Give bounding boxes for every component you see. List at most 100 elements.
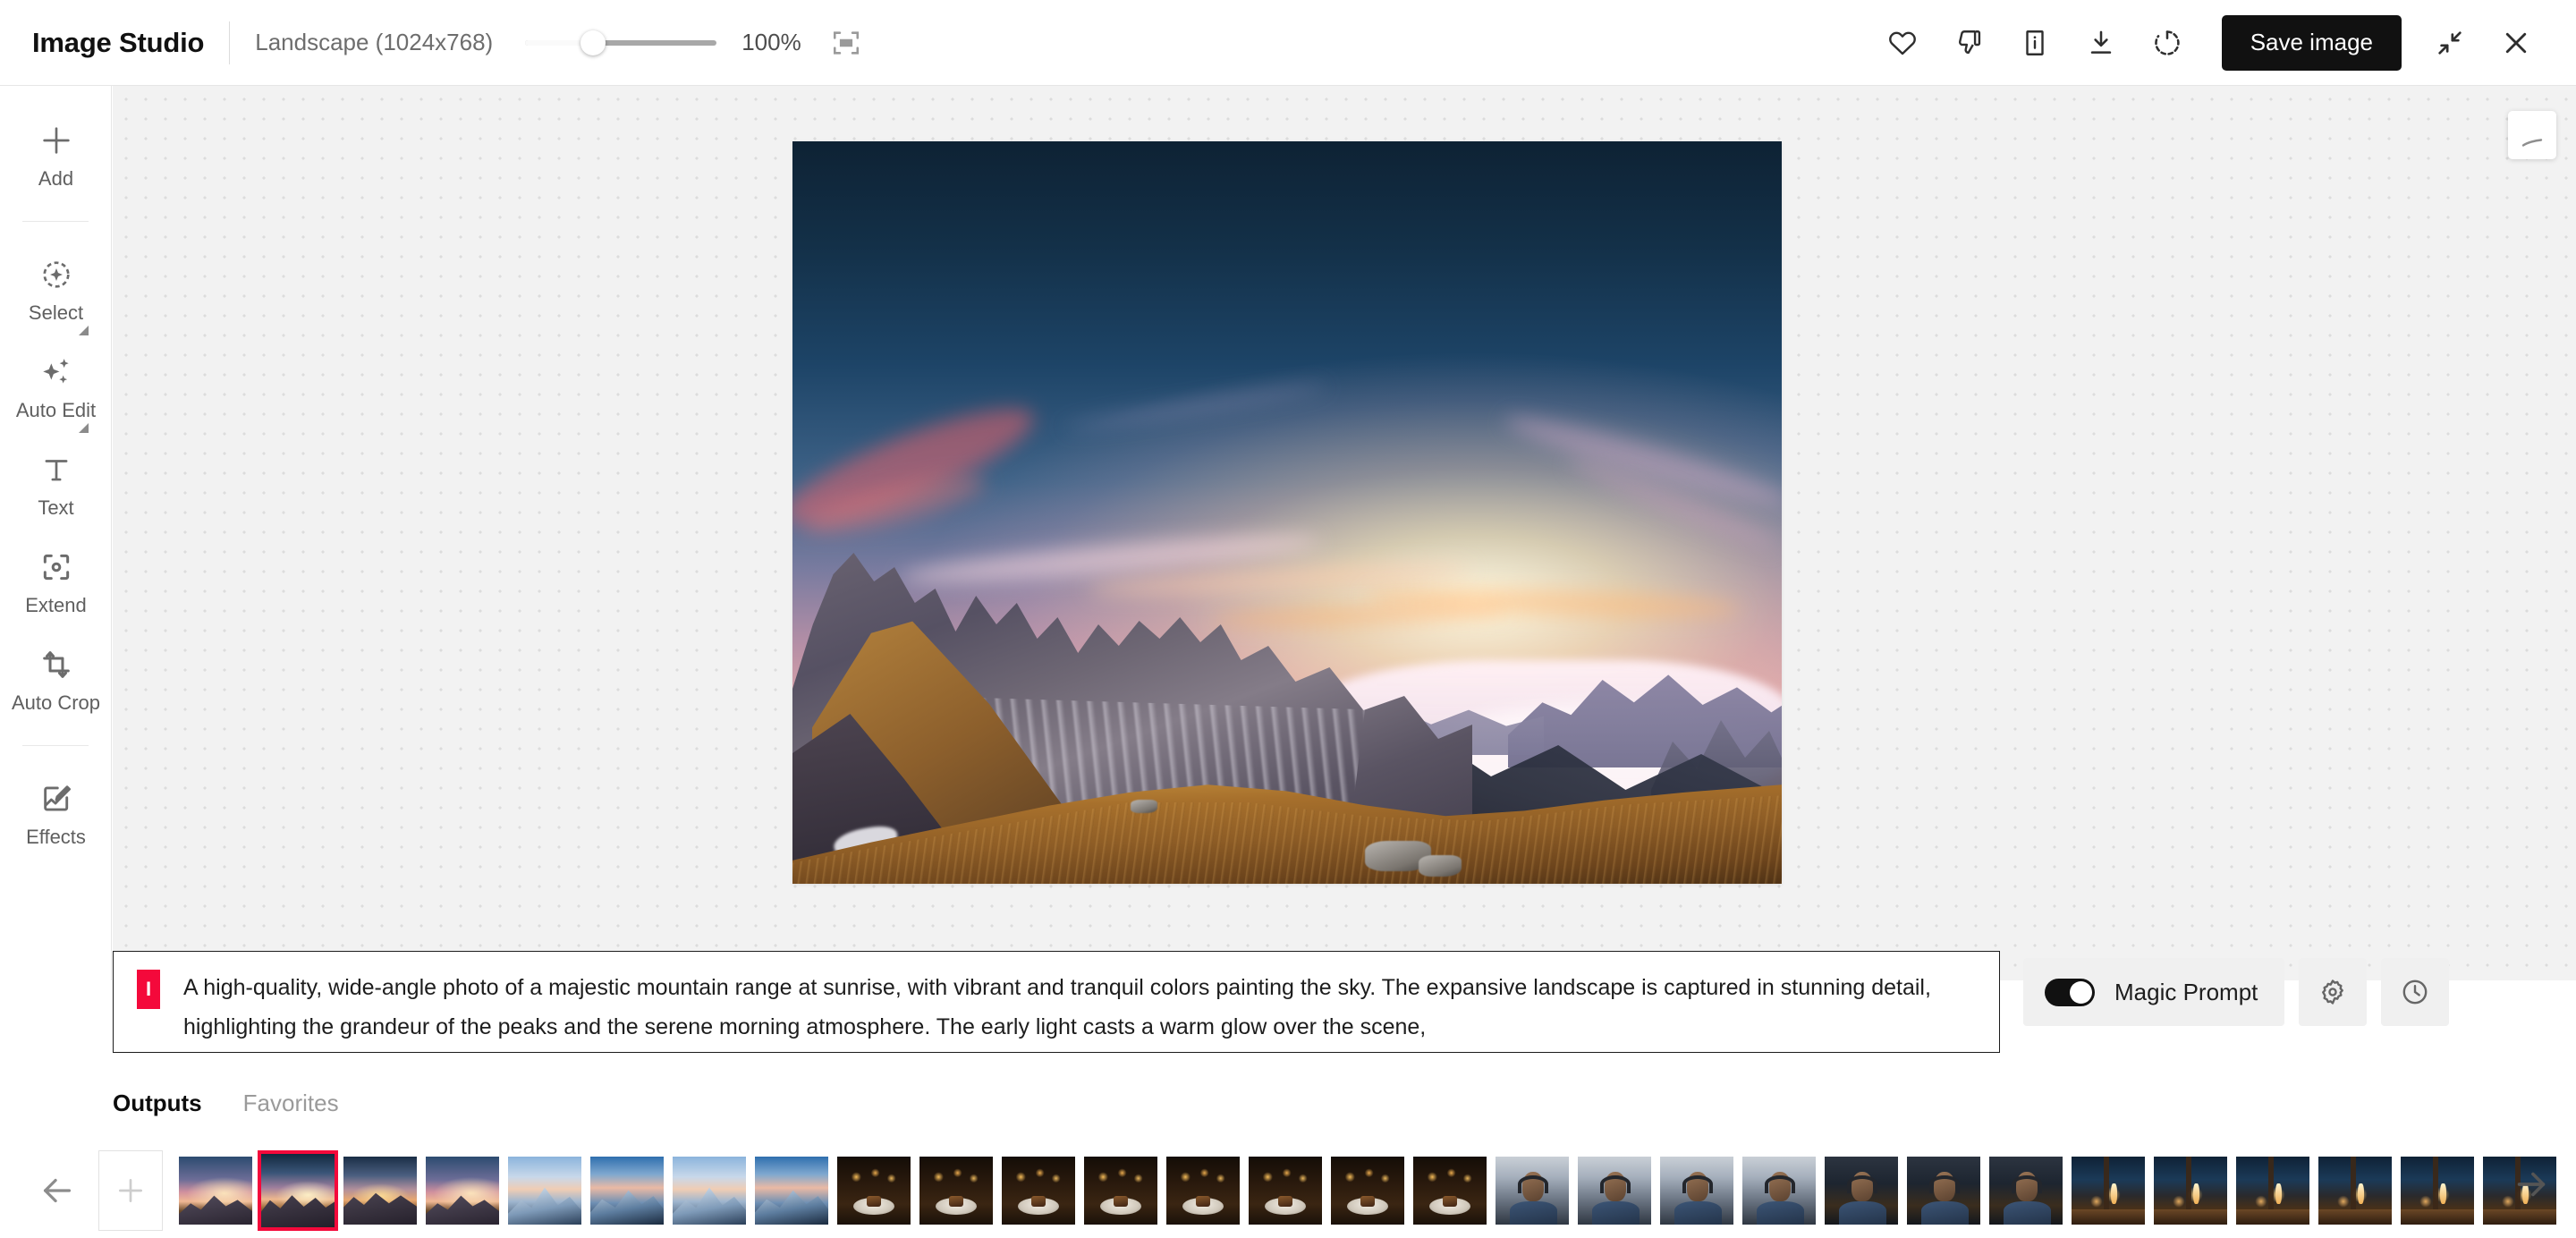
thumbnail-detail (2268, 1157, 2274, 1210)
thumbnail-detail (2236, 1209, 2309, 1225)
sidebar-label-add: Add (38, 167, 74, 190)
thumbnail[interactable] (590, 1157, 664, 1225)
thumbnail[interactable] (673, 1157, 746, 1225)
thumbnail-detail (1674, 1201, 1722, 1225)
thumbnail[interactable] (1907, 1157, 1980, 1225)
top-bar: Image Studio Landscape (1024x768) 100% S… (0, 0, 2576, 86)
thumbnail[interactable] (755, 1157, 828, 1225)
thumbnail[interactable] (1578, 1157, 1651, 1225)
clock-icon (2403, 979, 2428, 1005)
plus-icon (119, 1179, 142, 1202)
thumbnail[interactable] (1002, 1157, 1075, 1225)
filmstrip-next-button[interactable] (2503, 1156, 2560, 1213)
thumbnail[interactable] (1249, 1157, 1322, 1225)
thumbnail[interactable] (837, 1157, 911, 1225)
thumbnail-detail (2186, 1157, 2191, 1210)
tab-favorites[interactable]: Favorites (243, 1090, 339, 1117)
thumbnail-detail (2104, 1157, 2109, 1210)
info-button[interactable] (2010, 18, 2060, 68)
thumbnail[interactable] (179, 1157, 252, 1225)
zoom-slider-thumb[interactable] (580, 30, 606, 55)
prompt-badge: I (137, 970, 160, 1009)
sidebar-item-auto-crop[interactable]: Auto Crop (0, 630, 112, 727)
thumbnail[interactable] (1660, 1157, 1733, 1225)
select-target-icon (39, 254, 73, 295)
plus-icon (38, 120, 74, 161)
thumbnail[interactable] (1331, 1157, 1404, 1225)
sidebar-item-effects[interactable]: Effects (0, 764, 112, 861)
expand-triangle-icon[interactable] (79, 326, 89, 335)
thumbnail[interactable] (2401, 1157, 2474, 1225)
thumbnail[interactable] (508, 1157, 581, 1225)
canvas-overlay-tool-button[interactable] (2508, 111, 2556, 159)
prompt-input[interactable]: I A high-quality, wide-angle photo of a … (113, 951, 2000, 1053)
thumbnail-detail (1113, 1196, 1129, 1208)
magic-prompt-label: Magic Prompt (2114, 978, 2258, 1005)
thumbnail[interactable] (919, 1157, 993, 1225)
prompt-text[interactable]: A high-quality, wide-angle photo of a ma… (183, 968, 1974, 1052)
fit-to-screen-button[interactable] (828, 25, 864, 61)
sidebar-item-extend[interactable]: Extend (0, 532, 112, 630)
thumbnail-detail (2193, 1183, 2199, 1205)
heart-icon (1888, 31, 1916, 55)
download-button[interactable] (2076, 18, 2126, 68)
thumbnail-detail (1599, 1175, 1631, 1194)
editor-canvas[interactable] (113, 86, 2576, 980)
sidebar-item-add[interactable]: Add (0, 106, 112, 203)
thumbnail-detail (2318, 1209, 2392, 1225)
aspect-ratio-label: Landscape (1024x768) (255, 29, 494, 55)
thumbnail-detail (1928, 1175, 1961, 1194)
collapse-button[interactable] (2425, 18, 2475, 68)
thumbnail[interactable] (2154, 1157, 2227, 1225)
thumbnail-detail (2072, 1209, 2145, 1225)
thumbnail-detail (2111, 1183, 2117, 1205)
thumbnail[interactable] (1166, 1157, 1240, 1225)
zoom-slider[interactable] (525, 28, 717, 58)
generated-image[interactable] (792, 141, 1782, 884)
magic-prompt-toggle[interactable]: Magic Prompt (2023, 958, 2285, 1026)
thumbnail-detail (2154, 1209, 2227, 1225)
text-t-icon (39, 449, 73, 490)
thumbnail-detail (1592, 1201, 1640, 1225)
prompt-history-button[interactable] (2381, 958, 2450, 1026)
thumbnail[interactable] (426, 1157, 499, 1225)
close-button[interactable] (2491, 18, 2541, 68)
prompt-settings-button[interactable] (2299, 958, 2368, 1026)
tab-outputs[interactable]: Outputs (113, 1090, 202, 1117)
expand-triangle-icon[interactable] (79, 423, 89, 433)
dislike-button[interactable] (1944, 18, 1994, 68)
magic-prompt-switch[interactable] (2045, 978, 2095, 1006)
thumbnail-detail (866, 1196, 882, 1208)
sidebar-divider-1 (22, 221, 89, 222)
save-image-button[interactable]: Save image (2221, 14, 2402, 71)
thumbnail-detail (1839, 1201, 1886, 1225)
foreground-rock (1131, 800, 1157, 813)
regenerate-button[interactable] (2142, 18, 2192, 68)
thumbnail[interactable] (1989, 1157, 2063, 1225)
sidebar-item-auto-edit[interactable]: Auto Edit (0, 337, 112, 435)
sidebar-item-text[interactable]: Text (0, 435, 112, 532)
add-image-button[interactable] (98, 1150, 163, 1231)
thumbnail-detail (1510, 1201, 1557, 1225)
foreground-rock (1419, 855, 1462, 877)
favorite-button[interactable] (1877, 18, 1928, 68)
thumbnail[interactable] (1825, 1157, 1898, 1225)
switch-knob (2070, 980, 2092, 1004)
thumbnail[interactable] (2318, 1157, 2392, 1225)
thumbnail[interactable] (343, 1157, 417, 1225)
thumbnail-detail (2401, 1209, 2474, 1225)
arrow-left-icon (43, 1178, 72, 1203)
thumbnail[interactable] (1742, 1157, 1816, 1225)
thumbnail-selected[interactable] (258, 1150, 338, 1231)
thumbnail-list[interactable] (179, 1149, 2576, 1232)
filmstrip-prev-button[interactable] (29, 1162, 86, 1219)
eraser-icon (2521, 139, 2543, 147)
thumbnail[interactable] (2236, 1157, 2309, 1225)
effects-image-icon (39, 778, 73, 819)
thumbnail[interactable] (1413, 1157, 1487, 1225)
thumbnail[interactable] (1496, 1157, 1569, 1225)
thumbnail[interactable] (1084, 1157, 1157, 1225)
thumbnail[interactable] (2072, 1157, 2145, 1225)
refresh-icon (2154, 30, 2180, 55)
sidebar-item-select[interactable]: Select (0, 240, 112, 337)
